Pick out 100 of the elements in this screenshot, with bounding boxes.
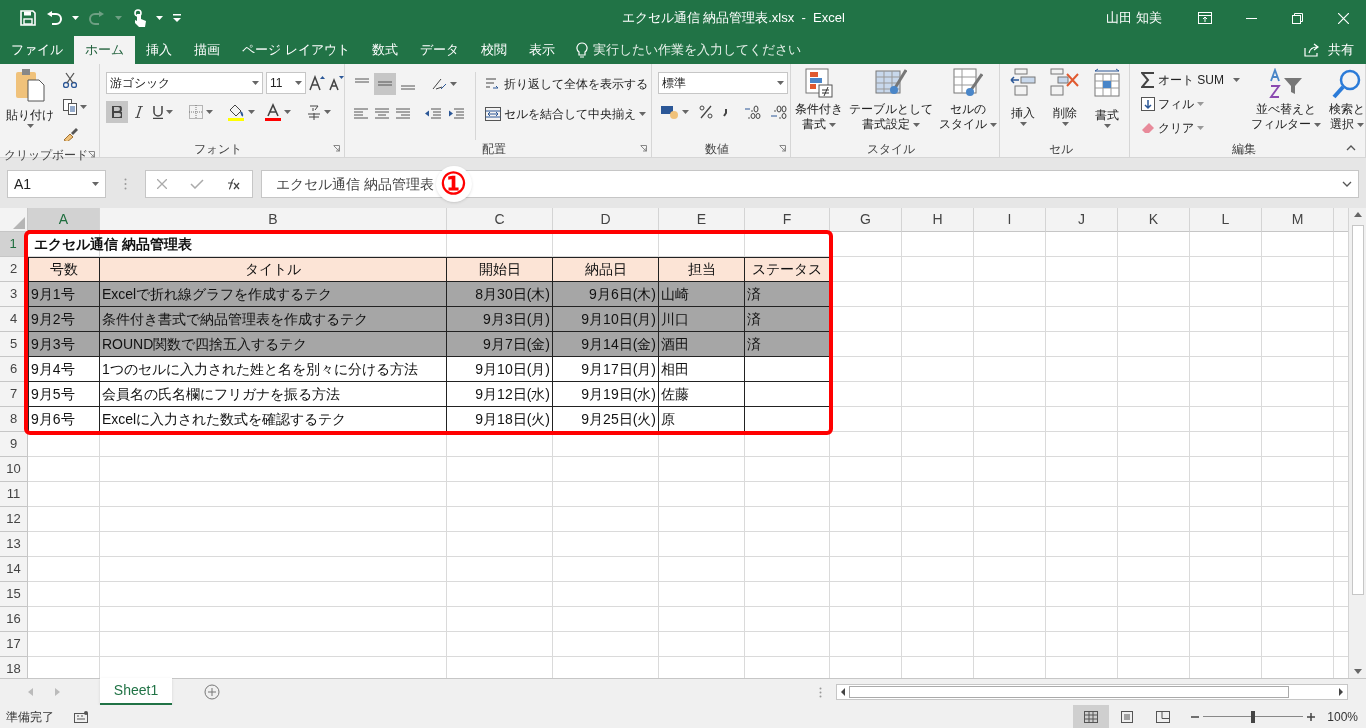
minimize-icon[interactable] bbox=[1245, 17, 1257, 19]
column-header[interactable]: E bbox=[659, 208, 745, 232]
customize-icon[interactable] bbox=[173, 14, 181, 22]
caret-icon[interactable] bbox=[248, 110, 255, 114]
merge-center-button[interactable]: セルを結合して中央揃え bbox=[482, 102, 651, 126]
font-color-icon[interactable] bbox=[265, 103, 281, 121]
expand-formula-icon[interactable] bbox=[1342, 181, 1352, 187]
caret-icon[interactable] bbox=[284, 110, 291, 114]
row-header[interactable]: 17 bbox=[0, 632, 28, 657]
zoom-thumb[interactable] bbox=[1251, 710, 1256, 723]
column-header[interactable]: F bbox=[745, 208, 830, 232]
scroll-thumb[interactable] bbox=[849, 686, 1289, 698]
scissors-icon[interactable] bbox=[63, 72, 77, 88]
column-header[interactable]: L bbox=[1190, 208, 1262, 232]
vertical-scrollbar[interactable] bbox=[1348, 208, 1366, 678]
find-select-button[interactable]: 検索と 選択 bbox=[1329, 68, 1365, 140]
ribbon-tab[interactable]: ファイル bbox=[0, 36, 74, 64]
column-header[interactable]: A bbox=[28, 208, 100, 232]
collapse-ribbon-icon[interactable] bbox=[1346, 145, 1356, 151]
column-header[interactable]: B bbox=[100, 208, 447, 232]
fill-color-icon[interactable] bbox=[227, 103, 245, 121]
tell-me-field[interactable]: 実行したい作業を入力してください bbox=[575, 36, 801, 64]
copy-icon[interactable] bbox=[63, 99, 77, 115]
dialog-launcher-icon[interactable] bbox=[333, 145, 340, 152]
clipboard-icon[interactable] bbox=[14, 68, 46, 102]
dialog-launcher-icon[interactable] bbox=[779, 145, 786, 152]
caret-icon[interactable] bbox=[166, 110, 173, 114]
caret-icon[interactable] bbox=[990, 122, 997, 127]
decrease-indent-icon[interactable] bbox=[425, 108, 441, 120]
name-box[interactable]: A1 bbox=[7, 170, 106, 198]
ribbon-tab[interactable]: ホーム bbox=[74, 36, 135, 64]
wrap-text-button[interactable]: 折り返して全体を表示する bbox=[482, 72, 651, 96]
caret-icon[interactable] bbox=[252, 81, 259, 85]
row-header[interactable]: 9 bbox=[0, 432, 28, 457]
caret-icon[interactable] bbox=[1357, 122, 1364, 127]
column-header[interactable]: H bbox=[902, 208, 974, 232]
cells-button[interactable]: 削除 bbox=[1046, 68, 1084, 140]
horizontal-scrollbar[interactable] bbox=[836, 684, 1348, 700]
decrease-decimal-icon[interactable] bbox=[771, 105, 787, 119]
caret-icon[interactable] bbox=[829, 122, 836, 127]
number-format-field[interactable]: 標準 bbox=[658, 72, 788, 94]
share-button[interactable]: 共有 bbox=[1294, 36, 1364, 64]
caret-icon[interactable] bbox=[1233, 78, 1240, 82]
format-painter-icon[interactable] bbox=[63, 127, 79, 141]
undo-icon[interactable] bbox=[46, 11, 62, 25]
bold-icon[interactable] bbox=[112, 106, 122, 118]
font-name-field[interactable]: 游ゴシック bbox=[106, 72, 263, 94]
caret-icon[interactable] bbox=[639, 112, 646, 116]
sheet-tab[interactable]: Sheet1 bbox=[100, 678, 172, 705]
dialog-launcher-icon[interactable] bbox=[640, 145, 647, 152]
insert-function-icon[interactable] bbox=[226, 178, 241, 190]
row-header[interactable]: 13 bbox=[0, 532, 28, 557]
caret-icon[interactable] bbox=[450, 82, 457, 86]
ribbon-tab[interactable]: 描画 bbox=[183, 36, 231, 64]
autosum-button[interactable]: オート SUM bbox=[1138, 68, 1243, 92]
column-header[interactable]: M bbox=[1262, 208, 1334, 232]
underline-icon[interactable] bbox=[153, 105, 163, 119]
row-header[interactable]: 10 bbox=[0, 457, 28, 482]
caret-icon[interactable] bbox=[156, 16, 163, 20]
dialog-launcher-icon[interactable] bbox=[88, 151, 95, 158]
row-header[interactable]: 12 bbox=[0, 507, 28, 532]
italic-icon[interactable] bbox=[135, 106, 143, 118]
percent-icon[interactable] bbox=[699, 105, 713, 119]
new-sheet-button[interactable] bbox=[204, 684, 220, 700]
orientation-icon[interactable] bbox=[431, 77, 447, 91]
caret-icon[interactable] bbox=[72, 16, 79, 20]
column-header[interactable]: D bbox=[553, 208, 659, 232]
close-icon[interactable] bbox=[1337, 12, 1349, 24]
caret-icon[interactable] bbox=[682, 110, 689, 114]
ribbon-tab[interactable]: ページ レイアウト bbox=[231, 36, 361, 64]
caret-icon[interactable] bbox=[26, 124, 34, 128]
style-button[interactable]: 条件付き 書式 bbox=[793, 68, 845, 140]
bold-button[interactable] bbox=[106, 101, 128, 123]
style-button[interactable]: セルの スタイル bbox=[937, 68, 999, 140]
touch-mode-icon[interactable] bbox=[132, 9, 146, 27]
increase-decimal-icon[interactable] bbox=[745, 105, 761, 119]
caret-icon[interactable] bbox=[1019, 122, 1027, 126]
cells-button[interactable]: 挿入 bbox=[1004, 68, 1042, 140]
caret-icon[interactable] bbox=[206, 110, 213, 114]
ribbon-tab[interactable]: データ bbox=[408, 36, 470, 64]
ribbon-tab[interactable]: 数式 bbox=[360, 36, 409, 64]
caret-icon[interactable] bbox=[1197, 126, 1204, 130]
row-header[interactable]: 14 bbox=[0, 557, 28, 582]
ribbon-tab[interactable]: 挿入 bbox=[135, 36, 183, 64]
row-header[interactable]: 11 bbox=[0, 482, 28, 507]
zoom-in-icon[interactable] bbox=[1307, 712, 1316, 721]
column-header[interactable]: G bbox=[830, 208, 902, 232]
fill-button[interactable]: フィル bbox=[1138, 92, 1243, 116]
zoom-slider[interactable] bbox=[1203, 710, 1304, 723]
grow-font-icon[interactable] bbox=[309, 75, 325, 91]
view-button[interactable] bbox=[1073, 705, 1110, 728]
row-header[interactable]: 15 bbox=[0, 582, 28, 607]
restore-icon[interactable] bbox=[1291, 12, 1303, 24]
column-header[interactable]: I bbox=[974, 208, 1046, 232]
caret-icon[interactable] bbox=[777, 81, 784, 85]
shrink-font-icon[interactable] bbox=[328, 75, 344, 91]
ribbon-display-icon[interactable] bbox=[1198, 12, 1212, 24]
column-header[interactable]: C bbox=[447, 208, 553, 232]
paste-button[interactable]: 貼り付け bbox=[4, 68, 56, 146]
scroll-down-icon[interactable] bbox=[1353, 669, 1362, 674]
